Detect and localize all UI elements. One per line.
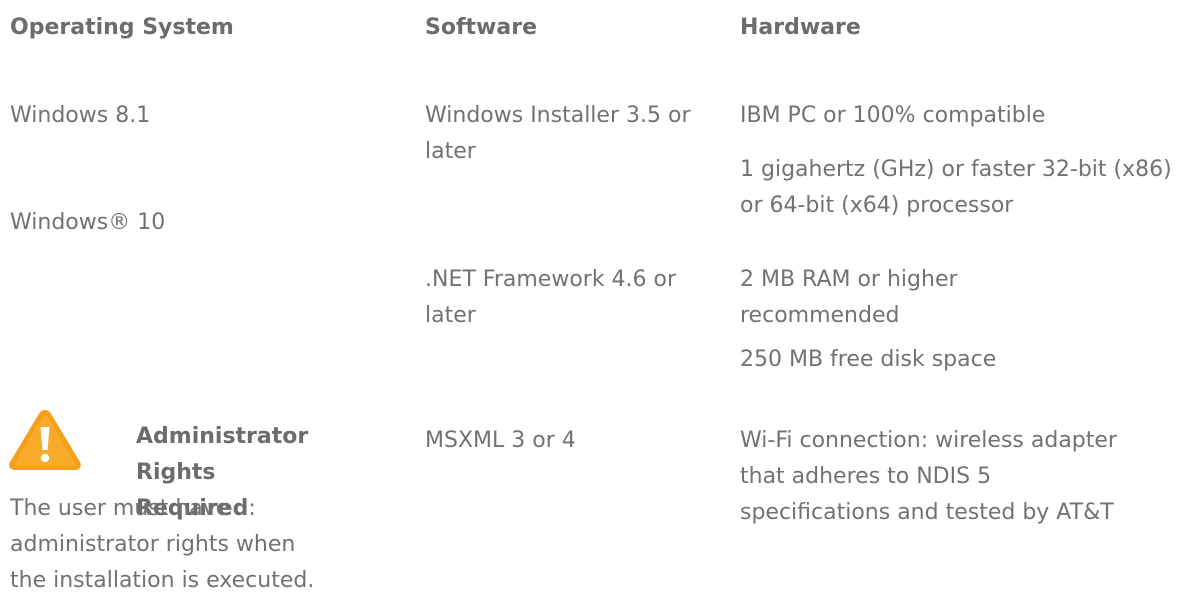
hardware-header: Hardware: [740, 15, 861, 40]
hardware-item-wifi: Wi-Fi connection: wireless adapter that …: [740, 428, 1117, 525]
software-header: Software: [425, 15, 537, 40]
hardware-item-ibm-pc: IBM PC or 100% compatible: [740, 103, 1046, 128]
software-item-windows-installer: Windows Installer 3.5 or later: [425, 103, 691, 164]
hardware-item-ram: 2 MB RAM or higher recommended: [740, 267, 958, 328]
warning-icon: [9, 410, 81, 470]
software-item-msxml: MSXML 3 or 4: [425, 428, 576, 453]
admin-rights-body: The user must have administrator rights …: [10, 496, 315, 593]
operating-system-header: Operating System: [10, 15, 234, 40]
hardware-item-processor: 1 gigahertz (GHz) or faster 32-bit (x86)…: [740, 157, 1172, 218]
os-item-windows-8-1: Windows 8.1: [10, 103, 151, 128]
software-item-net-framework: .NET Framework 4.6 or later: [425, 267, 677, 328]
hardware-item-disk-space: 250 MB free disk space: [740, 347, 997, 372]
os-item-windows-10: Windows® 10: [10, 210, 166, 235]
